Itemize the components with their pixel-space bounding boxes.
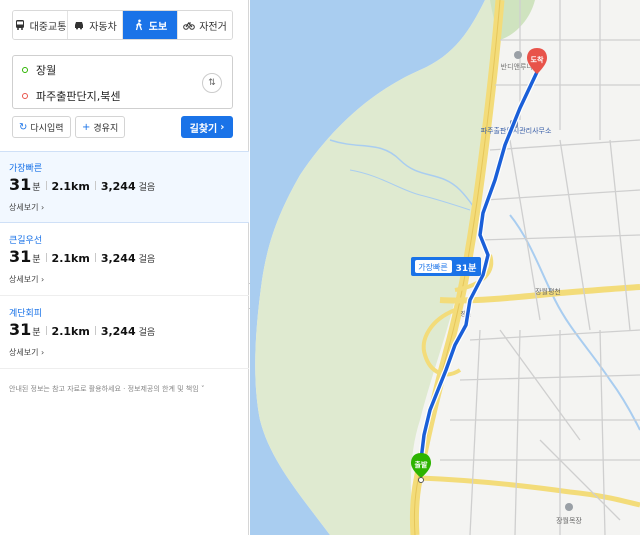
origin-dot-icon (22, 67, 28, 73)
origin-input[interactable]: 장월 (36, 62, 56, 78)
route-option-fastest[interactable]: 가장빠른 31 분 2.1km 3,244 걸음 상세보기 › (0, 151, 249, 223)
directions-panel: 대중교통 자동차 도보 자전거 장월 파주출판단지,북센 ⇅ ↻ 다시입력 + … (0, 0, 249, 535)
route-stats: 31 분 2.1km 3,244 걸음 (9, 247, 155, 266)
divider (94, 253, 96, 262)
map-canvas[interactable]: 반디앤루니스 파주출판도시관리사무소 장월평천 장월 장월목장 가장빠른 31분… (250, 0, 640, 535)
minute-unit: 분 (32, 328, 41, 338)
route-distance: 2.1km (51, 252, 90, 265)
reset-button[interactable]: ↻ 다시입력 (12, 116, 71, 138)
bicycle-icon (183, 22, 195, 30)
route-distance: 2.1km (51, 180, 90, 193)
car-icon (75, 22, 84, 30)
route-steps: 3,244 (100, 325, 136, 338)
destination-field[interactable]: 파주출판단지,북센 (13, 83, 120, 109)
divider (94, 326, 96, 335)
waypoint-label: 경유지 (93, 123, 119, 134)
refresh-icon: ↻ (19, 121, 28, 133)
chevron-down-icon: ˅ (200, 385, 205, 393)
origin-field[interactable]: 장월 (13, 57, 56, 83)
route-action-row: ↻ 다시입력 + 경유지 길찾기 › (12, 116, 233, 138)
route-label: 계단회피 (9, 309, 43, 319)
tab-car[interactable]: 자동차 (68, 11, 123, 39)
end-marker-label: 도착 (531, 55, 544, 64)
steps-unit: 걸음 (138, 255, 156, 265)
minute-unit: 분 (32, 255, 41, 265)
find-route-label: 길찾기 (189, 123, 218, 135)
route-distance: 2.1km (51, 325, 90, 338)
tab-transit[interactable]: 대중교통 (13, 11, 68, 39)
destination-dot-icon (22, 93, 28, 99)
reset-label: 다시입력 (30, 123, 64, 134)
route-stats: 31 분 2.1km 3,244 걸음 (9, 320, 155, 339)
route-badge-label: 가장빠른 (418, 262, 447, 272)
landmark-pin-icon (514, 51, 522, 59)
start-marker-label: 출발 (415, 460, 428, 469)
steps-unit: 걸음 (138, 328, 156, 338)
tab-bicycle[interactable]: 자전거 (178, 11, 232, 39)
destination-input[interactable]: 파주출판단지,북센 (36, 88, 120, 104)
detail-label: 상세보기 (9, 203, 39, 212)
landmark-pin-icon (565, 503, 573, 511)
detail-label: 상세보기 (9, 275, 39, 284)
divider (94, 181, 96, 190)
tab-bicycle-label: 자전거 (199, 21, 227, 33)
minute-unit: 분 (32, 183, 41, 193)
tab-walk[interactable]: 도보 (123, 11, 178, 39)
map-label-bridge: 장월평천 (535, 287, 561, 296)
route-option-main-road[interactable]: 큰길우선 31 분 2.1km 3,244 걸음 상세보기 › (0, 224, 249, 296)
detail-label: 상세보기 (9, 348, 39, 357)
disclaimer-label: 안내된 정보는 참고 자료로 활용하세요 · 정보제공의 한계 및 책임 (9, 385, 199, 393)
walk-icon (135, 19, 142, 31)
detail-link[interactable]: 상세보기 › (9, 274, 44, 285)
plus-icon: + (82, 121, 91, 133)
bus-icon (15, 20, 24, 30)
find-route-button[interactable]: 길찾기 › (181, 116, 233, 138)
steps-unit: 걸음 (138, 183, 156, 193)
route-badge-time: 31분 (456, 263, 477, 274)
divider (45, 253, 47, 262)
divider (45, 181, 47, 190)
chevron-right-icon: › (220, 121, 225, 133)
divider (45, 326, 47, 335)
route-minutes: 31 (9, 175, 32, 194)
route-time-badge[interactable]: 가장빠른 31분 (411, 257, 481, 276)
map-label-office: 파주출판도시관리사무소 (481, 126, 552, 135)
route-label: 큰길우선 (9, 236, 43, 246)
route-minutes: 31 (9, 247, 32, 266)
tab-walk-label: 도보 (148, 21, 168, 33)
route-option-avoid-stairs[interactable]: 계단회피 31 분 2.1km 3,244 걸음 상세보기 › (0, 297, 249, 369)
tab-car-label: 자동차 (89, 21, 117, 33)
route-stats: 31 분 2.1km 3,244 걸음 (9, 175, 155, 194)
route-minutes: 31 (9, 320, 32, 339)
swap-arrows-icon: ⇅ (208, 78, 216, 88)
map-label-bottom: 장월목장 (556, 516, 582, 525)
swap-button[interactable]: ⇅ (202, 73, 222, 93)
route-steps: 3,244 (100, 252, 136, 265)
disclaimer-text[interactable]: 안내된 정보는 참고 자료로 활용하세요 · 정보제공의 한계 및 책임 ˅ (9, 384, 204, 394)
route-inputs: 장월 파주출판단지,북센 ⇅ (12, 55, 233, 109)
detail-link[interactable]: 상세보기 › (9, 202, 44, 213)
detail-link[interactable]: 상세보기 › (9, 347, 44, 358)
add-waypoint-button[interactable]: + 경유지 (75, 116, 126, 138)
transport-mode-tabs: 대중교통 자동차 도보 자전거 (12, 10, 233, 40)
route-label: 가장빠른 (9, 164, 43, 174)
tab-transit-label: 대중교통 (29, 21, 67, 33)
route-steps: 3,244 (100, 180, 136, 193)
